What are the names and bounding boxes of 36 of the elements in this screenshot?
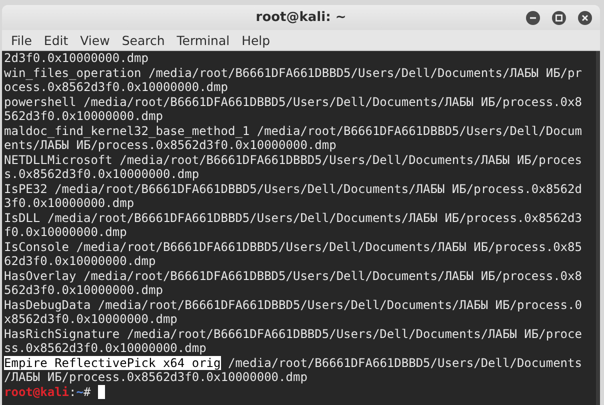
terminal-line: HasRichSignature /media/root/B6661DFA661DBBD5/Users/Dell/Documents/ЛАБЫ ИБ/proce [4, 326, 583, 341]
terminal-line: IsDLL /media/root/B6661DFA661DBBD5/Users/Dell/Documents/ЛАБЫ ИБ/process.0x8562d3 [4, 210, 583, 225]
terminal-line: /ЛАБЫ ИБ/process.0x8562d3f0.0x10000000.dmp [4, 370, 308, 384]
minimize-icon[interactable] [526, 11, 540, 25]
terminal-line: 2d3f0.0x10000000.dmp [4, 51, 150, 66]
terminal-line: s.0x8562d3f0.0x10000000.dmp [4, 167, 200, 182]
terminal-line: IsPE32 /media/root/B6661DFA661DBBD5/Users/Dell/Documents/ЛАБЫ ИБ/process.0x8562d [4, 182, 583, 196]
terminal-line: ents/ЛАБЫ ИБ/process.0x8562d3f0.0x10000000.dmp [4, 138, 338, 152]
terminal-line: ss.0x8562d3f0.0x10000000.dmp [4, 341, 208, 356]
terminal-line: win_files_operation /media/root/B6661DFA661DBBD5/Users/Dell/Documents/ЛАБЫ ИБ/pr [4, 66, 583, 80]
menu-item[interactable]: Help [236, 32, 276, 48]
menu-item[interactable]: View [74, 32, 116, 48]
terminal-line: ocess.0x8562d3f0.0x10000000.dmp [4, 80, 229, 94]
terminal-line: x8562d3f0.0x10000000.dmp [4, 312, 178, 326]
terminal-line: NETDLLMicrosoft /media/root/B6661DFA661DBBD5/Users/Dell/Documents/ЛАБЫ ИБ/proces [4, 152, 583, 167]
terminal-line: 62d3f0.0x10000000.dmp [4, 254, 157, 268]
terminal-line: powershell /media/root/B6661DFA661DBBD5/Users/Dell/Documents/ЛАБЫ ИБ/process.0x8 [4, 94, 583, 109]
window-title: root@kali: ~ [256, 10, 346, 25]
terminal-line: 562d3f0.0x10000000.dmp [4, 109, 164, 124]
terminal-text: /media/root/B6661DFA661DBBD5/Users/Dell/Documents [226, 356, 582, 370]
maximize-icon[interactable] [552, 11, 566, 25]
terminal-line: f0.0x10000000.dmp [4, 225, 128, 240]
shell-prompt: root@kali:~# [4, 384, 92, 398]
cursor [98, 384, 105, 398]
menu-item[interactable]: Edit [38, 32, 74, 48]
menu-item[interactable]: File [5, 32, 38, 48]
terminal-line: HasOverlay /media/root/B6661DFA661DBBD5/Users/Dell/Documents/ЛАБЫ ИБ/process.0x8 [4, 268, 583, 283]
menu-item[interactable]: Terminal [170, 32, 236, 48]
terminal-line: 3f0.0x10000000.dmp [4, 196, 136, 210]
terminal-line: maldoc_find_kernel32_base_method_1 /media/root/B6661DFA661DBBD5/Users/Dell/Docum [4, 124, 583, 138]
terminal-line: IsConsole /media/root/B6661DFA661DBBD5/Users/Dell/Documents/ЛАБЫ ИБ/process.0x85 [4, 240, 583, 254]
highlighted-text: Empire ReflectivePick x64 orig [4, 356, 221, 370]
terminal-line: 562d3f0.0x10000000.dmp [4, 283, 164, 298]
menu-item[interactable]: Search [116, 32, 171, 48]
close-icon[interactable] [578, 11, 592, 25]
terminal-line: HasDebugData /media/root/B6661DFA661DBBD5/Users/Dell/Documents/ЛАБЫ ИБ/process.0 [4, 298, 583, 312]
